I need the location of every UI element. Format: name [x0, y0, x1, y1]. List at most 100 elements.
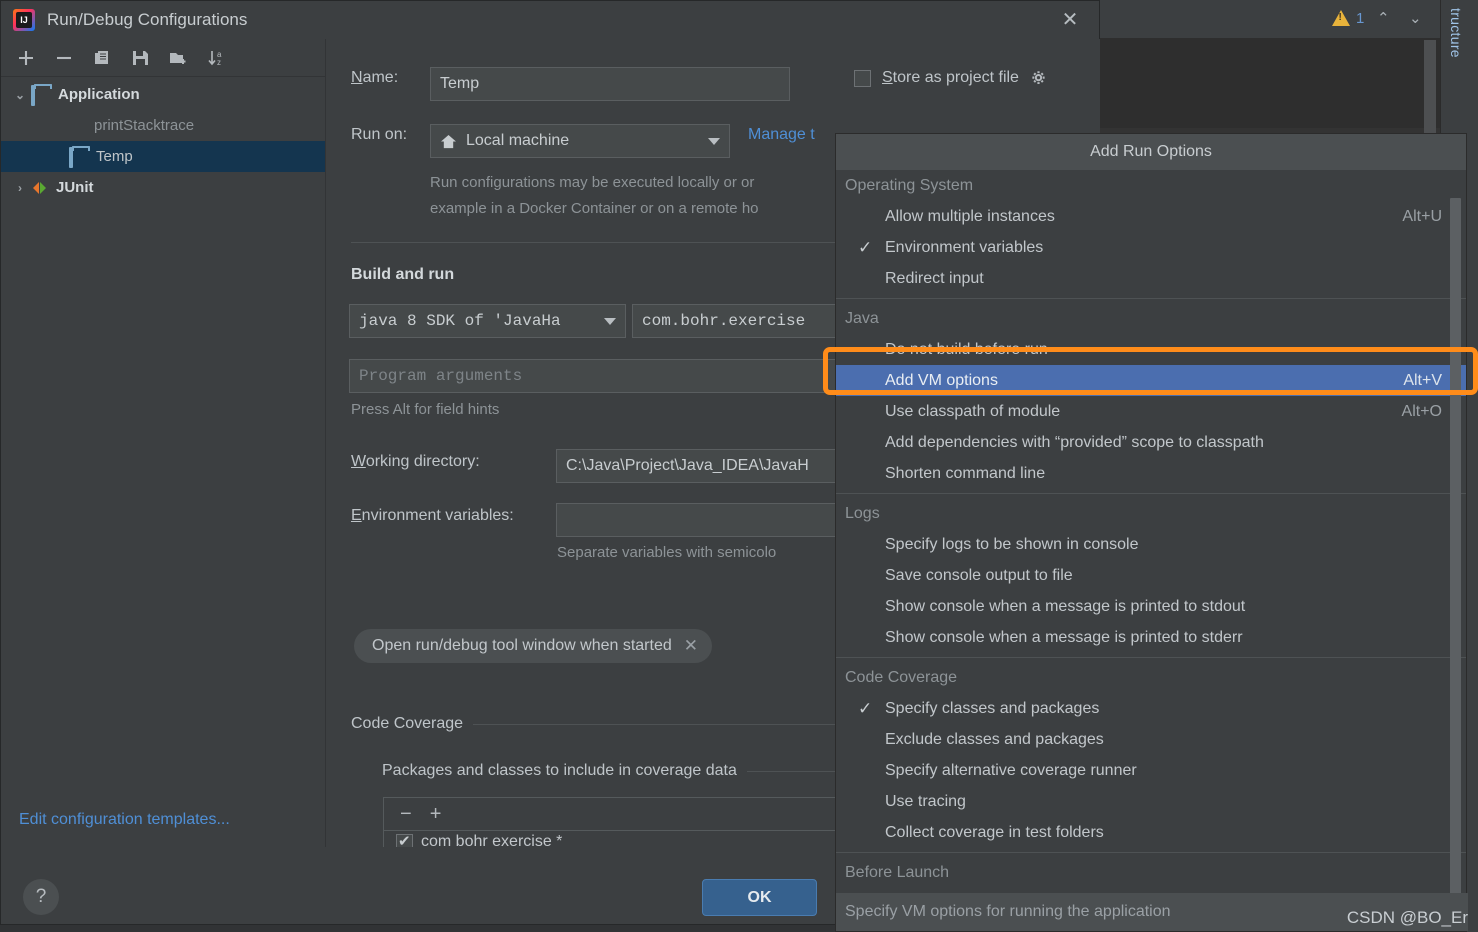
- add-configuration-button[interactable]: [9, 43, 43, 73]
- checkmark-icon: ✓: [858, 237, 873, 257]
- warning-count: 1: [1356, 9, 1365, 27]
- menu-item-shorten-command-line[interactable]: Shorten command line: [836, 458, 1466, 489]
- edit-configuration-templates-link[interactable]: Edit configuration templates...: [19, 811, 230, 829]
- menu-scrollbar[interactable]: [1450, 198, 1461, 895]
- menu-section-before-launch: Before Launch: [845, 863, 950, 881]
- run-on-value: Local machine: [466, 132, 570, 149]
- packages-group-title: Packages and classes to include in cover…: [382, 762, 737, 779]
- inspection-widget[interactable]: 1 ⌃ ⌄: [1332, 4, 1428, 32]
- menu-item-label: Specify alternative coverage runner: [885, 761, 1137, 779]
- menu-section-logs: Logs: [845, 504, 880, 522]
- run-on-help-line-2: example in a Docker Container or on a re…: [430, 200, 759, 217]
- sdk-combo[interactable]: java 8 SDK of 'JavaHa: [349, 304, 626, 338]
- sort-configurations-button[interactable]: a z: [199, 43, 233, 73]
- menu-item-use-classpath-of-module[interactable]: Use classpath of module Alt+O: [836, 396, 1466, 427]
- run-on-label: Run on:: [351, 126, 408, 143]
- code-coverage-title: Code Coverage: [351, 715, 464, 732]
- menu-title: Add Run Options: [836, 134, 1466, 170]
- menu-separator: [836, 493, 1466, 494]
- ide-editor-area-1: [1100, 38, 1440, 128]
- close-icon[interactable]: ✕: [684, 636, 698, 656]
- menu-item-label: Exclude classes and packages: [885, 730, 1104, 748]
- menu-item-label: Environment variables: [885, 238, 1044, 256]
- menu-separator: [836, 298, 1466, 299]
- menu-separator: [836, 657, 1466, 658]
- menu-item-allow-multiple-instances[interactable]: Allow multiple instances Alt+U: [836, 201, 1466, 232]
- menu-item-label: Show console when a message is printed t…: [885, 628, 1243, 646]
- menu-item-label: Redirect input: [885, 269, 984, 287]
- tree-item-junit[interactable]: › JUnit: [1, 172, 325, 203]
- build-and-run-title: Build and run: [351, 266, 455, 283]
- name-input[interactable]: [430, 67, 790, 101]
- tree-item-label: Temp: [96, 148, 133, 165]
- close-icon[interactable]: ✕: [1059, 10, 1081, 32]
- copy-configuration-button[interactable]: [85, 43, 119, 73]
- configurations-toolbar: a z: [1, 39, 325, 77]
- tree-item-label: JUnit: [56, 179, 94, 196]
- dialog-title-bar: Run/Debug Configurations ✕: [1, 1, 1099, 39]
- menu-item-use-tracing[interactable]: Use tracing: [836, 786, 1466, 817]
- chevron-up-icon[interactable]: ⌃: [1370, 9, 1396, 27]
- row-label: com bohr exercise *: [421, 833, 563, 847]
- menu-item-show-console-stderr[interactable]: Show console when a message is printed t…: [836, 622, 1466, 653]
- menu-item-add-vm-options[interactable]: Add VM options Alt+V: [836, 365, 1466, 396]
- chevron-down-icon[interactable]: ⌄: [9, 88, 31, 102]
- tree-item-temp[interactable]: Temp: [1, 141, 325, 172]
- menu-item-environment-variables[interactable]: ✓ Environment variables: [836, 232, 1466, 263]
- configurations-left-panel: a z ⌄ Application printStacktrace Temp ›…: [1, 39, 326, 847]
- tree-item-label: Application: [58, 86, 140, 103]
- chevron-right-icon[interactable]: ›: [9, 181, 31, 195]
- configurations-tree: ⌄ Application printStacktrace Temp › JUn…: [1, 77, 325, 203]
- row-checkbox[interactable]: [396, 832, 413, 847]
- menu-item-label: Save console output to file: [885, 566, 1073, 584]
- menu-item-label: Specify logs to be shown in console: [885, 535, 1139, 553]
- checkmark-icon: ✓: [858, 698, 873, 718]
- field-hints-text: Press Alt for field hints: [351, 401, 500, 418]
- run-on-help-line-1: Run configurations may be executed local…: [430, 174, 755, 191]
- add-run-options-menu: Add Run Options Operating System Allow m…: [835, 133, 1468, 932]
- menu-item-show-console-stdout[interactable]: Show console when a message is printed t…: [836, 591, 1466, 622]
- run-on-combo[interactable]: Local machine: [430, 124, 730, 158]
- menu-item-exclude-classes-and-packages[interactable]: Exclude classes and packages: [836, 724, 1466, 755]
- menu-item-specify-logs[interactable]: Specify logs to be shown in console: [836, 529, 1466, 560]
- menu-item-label: Do not build before run: [885, 340, 1048, 358]
- menu-item-specify-classes-and-packages[interactable]: ✓ Specify classes and packages: [836, 693, 1466, 724]
- tree-item-application[interactable]: ⌄ Application: [1, 79, 325, 110]
- chevron-down-icon: [708, 138, 720, 145]
- watermark: CSDN @BO_Er: [1346, 908, 1468, 927]
- environment-variables-label: Environment variables:: [351, 507, 514, 524]
- new-folder-button[interactable]: [161, 43, 195, 73]
- menu-item-collect-coverage-in-test-folders[interactable]: Collect coverage in test folders: [836, 817, 1466, 848]
- help-button[interactable]: ?: [23, 879, 59, 915]
- menu-item-specify-alternative-coverage-runner[interactable]: Specify alternative coverage runner: [836, 755, 1466, 786]
- menu-item-label: Show console when a message is printed t…: [885, 597, 1246, 615]
- menu-item-label: Allow multiple instances: [885, 207, 1055, 225]
- menu-item-do-not-build-before-run[interactable]: Do not build before run: [836, 334, 1466, 365]
- remove-configuration-button[interactable]: [47, 43, 81, 73]
- menu-item-add-provided-dependencies[interactable]: Add dependencies with “provided” scope t…: [836, 427, 1466, 458]
- tree-item-label: printStacktrace: [94, 117, 195, 134]
- chevron-down-icon[interactable]: ⌄: [1402, 9, 1428, 27]
- open-tool-window-chip[interactable]: Open run/debug tool window when started …: [354, 629, 712, 663]
- tree-item-printstacktrace[interactable]: printStacktrace: [1, 110, 325, 141]
- save-configuration-button[interactable]: [123, 43, 157, 73]
- chevron-down-icon: [604, 318, 616, 325]
- junit-icon: [31, 180, 49, 196]
- ok-button[interactable]: OK: [702, 879, 817, 916]
- menu-item-save-console-output[interactable]: Save console output to file: [836, 560, 1466, 591]
- tool-window-structure-label[interactable]: tructure: [1448, 8, 1464, 58]
- menu-item-label: Use tracing: [885, 792, 966, 810]
- plus-icon[interactable]: +: [430, 804, 442, 824]
- menu-separator: [836, 852, 1466, 853]
- minus-icon[interactable]: −: [400, 804, 412, 824]
- menu-items-list: Operating System Allow multiple instance…: [836, 170, 1466, 895]
- working-directory-label: Working directory:: [351, 453, 480, 470]
- gear-icon[interactable]: [1030, 70, 1047, 87]
- menu-item-redirect-input[interactable]: Redirect input: [836, 263, 1466, 294]
- manage-targets-link[interactable]: Manage t: [748, 126, 815, 144]
- application-icon: [31, 84, 51, 106]
- application-icon: [69, 146, 89, 168]
- store-as-project-file-checkbox[interactable]: [854, 69, 871, 87]
- home-icon: [441, 134, 456, 148]
- menu-item-label: Add VM options: [885, 371, 998, 389]
